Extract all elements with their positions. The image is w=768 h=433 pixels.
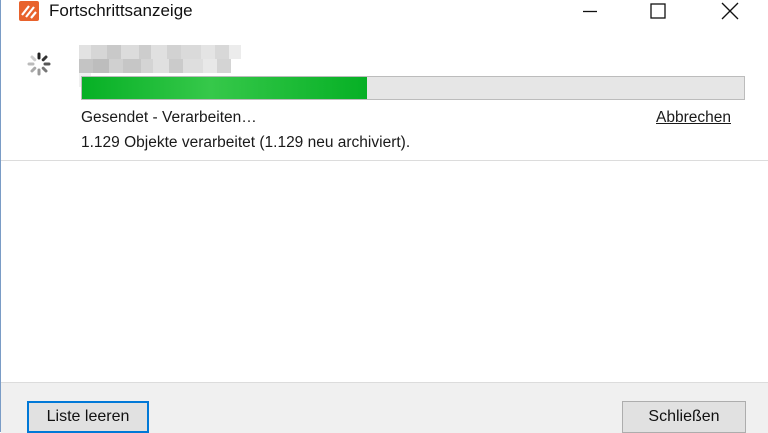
- minimize-icon: [583, 10, 597, 13]
- cancel-link[interactable]: Abbrechen: [656, 108, 731, 128]
- minimize-button[interactable]: [567, 0, 613, 22]
- close-icon: [721, 2, 739, 20]
- progress-bar: [81, 76, 745, 100]
- clear-list-button[interactable]: Liste leeren: [27, 401, 149, 433]
- title-bar[interactable]: Fortschrittsanzeige: [1, 0, 768, 22]
- window-title: Fortschrittsanzeige: [49, 1, 193, 20]
- progress-list-area[interactable]: [1, 161, 768, 382]
- maximize-icon: [650, 3, 666, 19]
- close-button[interactable]: Schließen: [622, 401, 746, 433]
- progress-bar-fill: [82, 77, 367, 99]
- close-window-button[interactable]: [707, 0, 753, 22]
- status-text: Gesendet - Verarbeiten…: [81, 109, 257, 126]
- detail-text: 1.129 Objekte verarbeitet (1.129 neu arc…: [81, 134, 411, 151]
- progress-window: Fortschrittsanzeige Gesendet - Verarbeit…: [0, 0, 768, 433]
- blurred-filename: [79, 45, 241, 87]
- maximize-button[interactable]: [635, 0, 681, 22]
- loading-spinner-icon: [27, 52, 51, 76]
- footer: Liste leeren Schließen: [1, 382, 768, 433]
- app-icon: [19, 1, 39, 21]
